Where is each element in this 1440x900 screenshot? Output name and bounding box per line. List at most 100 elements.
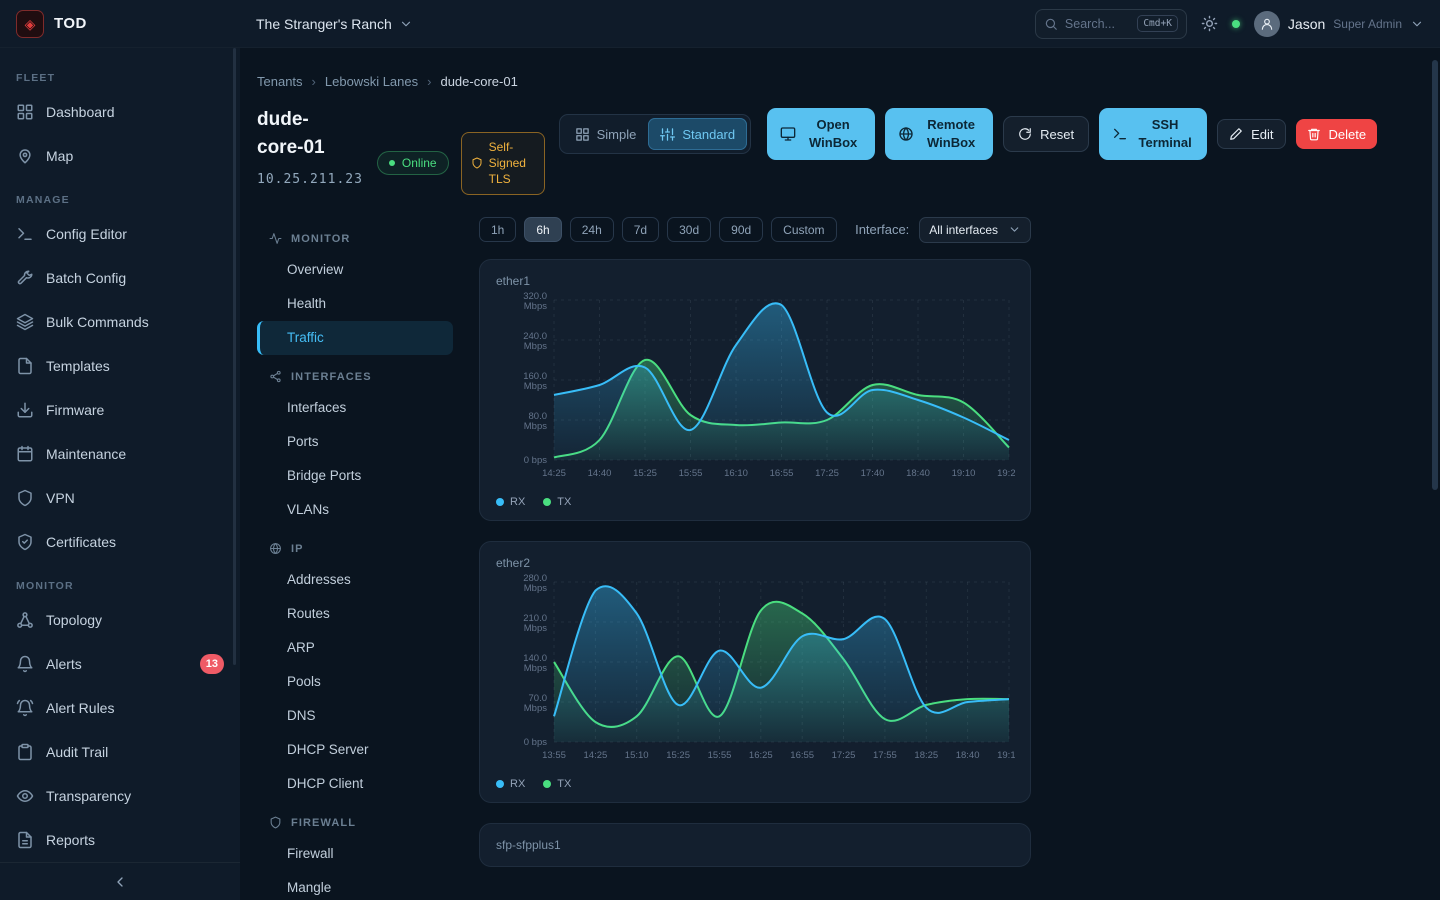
subnav-section-label: MONITOR — [291, 233, 350, 245]
svg-text:0 bps: 0 bps — [524, 737, 547, 748]
svg-text:13:55: 13:55 — [542, 750, 566, 761]
svg-text:16:25: 16:25 — [749, 750, 773, 761]
sidebar-item-topology[interactable]: Topology — [0, 598, 240, 642]
button-label: Open WinBox — [804, 116, 862, 151]
sidebar-item-reports[interactable]: Reports — [0, 818, 240, 862]
sidebar-item-config-editor[interactable]: Config Editor — [0, 212, 240, 256]
sidebar-item-batch-config[interactable]: Batch Config — [0, 256, 240, 300]
time-range-7d[interactable]: 7d — [622, 217, 659, 242]
view-toggle-standard[interactable]: Standard — [648, 118, 747, 150]
delete-button[interactable]: Delete — [1296, 119, 1378, 149]
subnav-item-addresses[interactable]: Addresses — [257, 563, 453, 597]
time-range-custom[interactable]: Custom — [771, 217, 836, 242]
sidebar-item-dashboard[interactable]: Dashboard — [0, 90, 240, 134]
chevron-down-icon — [1008, 223, 1021, 236]
time-range-30d[interactable]: 30d — [667, 217, 711, 242]
download-icon — [16, 401, 34, 419]
tenant-selector[interactable]: The Stranger's Ranch — [256, 16, 413, 32]
app-root: ◈ TOD The Stranger's Ranch Cmd+K Jason S… — [0, 0, 1440, 900]
alerts-count-badge: 13 — [200, 654, 224, 674]
sidebar-item-label: Map — [46, 148, 73, 164]
map-icon — [16, 147, 34, 165]
subnav-item-overview[interactable]: Overview — [257, 253, 453, 287]
open-winbox-button[interactable]: Open WinBox — [767, 108, 875, 160]
ssh-terminal-button[interactable]: SSH Terminal — [1099, 108, 1207, 160]
subnav-item-ports[interactable]: Ports — [257, 425, 453, 459]
traffic-chart: 280.0Mbps210.0Mbps140.0Mbps70.0Mbps0 bps… — [496, 574, 1015, 772]
interface-value: All interfaces — [929, 223, 998, 237]
breadcrumb-item-lebowski-lanes[interactable]: Lebowski Lanes — [325, 74, 418, 89]
interface-select[interactable]: All interfaces — [919, 217, 1031, 243]
sidebar-item-bulk-commands[interactable]: Bulk Commands — [0, 300, 240, 344]
sidebar-item-firmware[interactable]: Firmware — [0, 388, 240, 432]
sidebar-item-vpn[interactable]: VPN — [0, 476, 240, 520]
remote-winbox-button[interactable]: Remote WinBox — [885, 108, 993, 160]
time-range-1h[interactable]: 1h — [479, 217, 516, 242]
user-menu[interactable]: Jason Super Admin — [1254, 11, 1424, 37]
globe-icon — [898, 126, 914, 142]
subnav-item-routes[interactable]: Routes — [257, 597, 453, 631]
button-label: Delete — [1329, 127, 1367, 142]
time-range-90d[interactable]: 90d — [719, 217, 763, 242]
svg-text:15:25: 15:25 — [633, 468, 657, 479]
refresh-icon — [1018, 127, 1032, 141]
sun-icon — [1201, 15, 1218, 32]
sidebar-item-alert-rules[interactable]: Alert Rules — [0, 686, 240, 730]
collapse-sidebar-button[interactable] — [112, 874, 128, 890]
subnav-item-interfaces[interactable]: Interfaces — [257, 391, 453, 425]
subnav-item-firewall[interactable]: Firewall — [257, 837, 453, 871]
sidebar-item-templates[interactable]: Templates — [0, 344, 240, 388]
subnav-item-bridge-ports[interactable]: Bridge Ports — [257, 459, 453, 493]
subnav-item-arp[interactable]: ARP — [257, 631, 453, 665]
subnav-scrollbar[interactable] — [233, 48, 236, 665]
subnav-item-dhcp-client[interactable]: DHCP Client — [257, 767, 453, 801]
chart-card-ether2: ether2280.0Mbps210.0Mbps140.0Mbps70.0Mbp… — [479, 541, 1031, 803]
pencil-icon — [1229, 127, 1243, 141]
subnav-section-interfaces: INTERFACES — [257, 363, 453, 391]
sidebar-item-maintenance[interactable]: Maintenance — [0, 432, 240, 476]
legend-item-tx: TX — [543, 496, 571, 508]
breadcrumb-item-dude-core-01: dude-core-01 — [440, 74, 517, 89]
bell-ring-icon — [16, 699, 34, 717]
online-dot-icon — [389, 160, 395, 166]
subnav-item-pools[interactable]: Pools — [257, 665, 453, 699]
device-subnav: MONITOR OverviewHealthTraffic INTERFACESIn… — [257, 217, 453, 900]
theme-toggle-button[interactable] — [1201, 15, 1218, 32]
sidebar-item-alerts[interactable]: Alerts13 — [0, 642, 240, 686]
subnav-item-traffic[interactable]: Traffic — [257, 321, 453, 355]
edit-button[interactable]: Edit — [1217, 119, 1285, 149]
subnav-item-health[interactable]: Health — [257, 287, 453, 321]
reset-button[interactable]: Reset — [1003, 116, 1089, 152]
svg-text:14:40: 14:40 — [588, 468, 612, 479]
legend-dot-icon — [543, 498, 551, 506]
search-box[interactable]: Cmd+K — [1035, 9, 1187, 39]
sidebar-item-label: Transparency — [46, 788, 131, 804]
main-scrollbar[interactable] — [1432, 60, 1438, 490]
sidebar-item-audit-trail[interactable]: Audit Trail — [0, 730, 240, 774]
sidebar-item-map[interactable]: Map — [0, 134, 240, 178]
legend-dot-icon — [543, 780, 551, 788]
subnav-item-vlans[interactable]: VLANs — [257, 493, 453, 527]
share-icon — [269, 370, 282, 383]
search-input[interactable] — [1065, 17, 1130, 31]
globe-icon — [269, 542, 282, 555]
subnav-item-mangle[interactable]: Mangle — [257, 871, 453, 900]
sliders-icon — [660, 127, 675, 142]
chart-legend: RXTX — [496, 496, 1014, 508]
svg-text:17:25: 17:25 — [815, 468, 839, 479]
svg-text:16:10: 16:10 — [724, 468, 748, 479]
legend-dot-icon — [496, 498, 504, 506]
sidebar-footer — [0, 862, 240, 900]
time-range-6h[interactable]: 6h — [524, 217, 561, 242]
subnav-item-dhcp-server[interactable]: DHCP Server — [257, 733, 453, 767]
search-icon — [1044, 17, 1058, 31]
chart-legend: RXTX — [496, 778, 1014, 790]
sidebar-item-certificates[interactable]: Certificates — [0, 520, 240, 564]
search-icon — [1044, 17, 1058, 31]
sidebar-item-transparency[interactable]: Transparency — [0, 774, 240, 818]
svg-text:17:40: 17:40 — [861, 468, 885, 479]
view-toggle-simple[interactable]: Simple — [563, 118, 649, 150]
subnav-item-dns[interactable]: DNS — [257, 699, 453, 733]
breadcrumb-item-tenants[interactable]: Tenants — [257, 74, 303, 89]
time-range-24h[interactable]: 24h — [570, 217, 614, 242]
